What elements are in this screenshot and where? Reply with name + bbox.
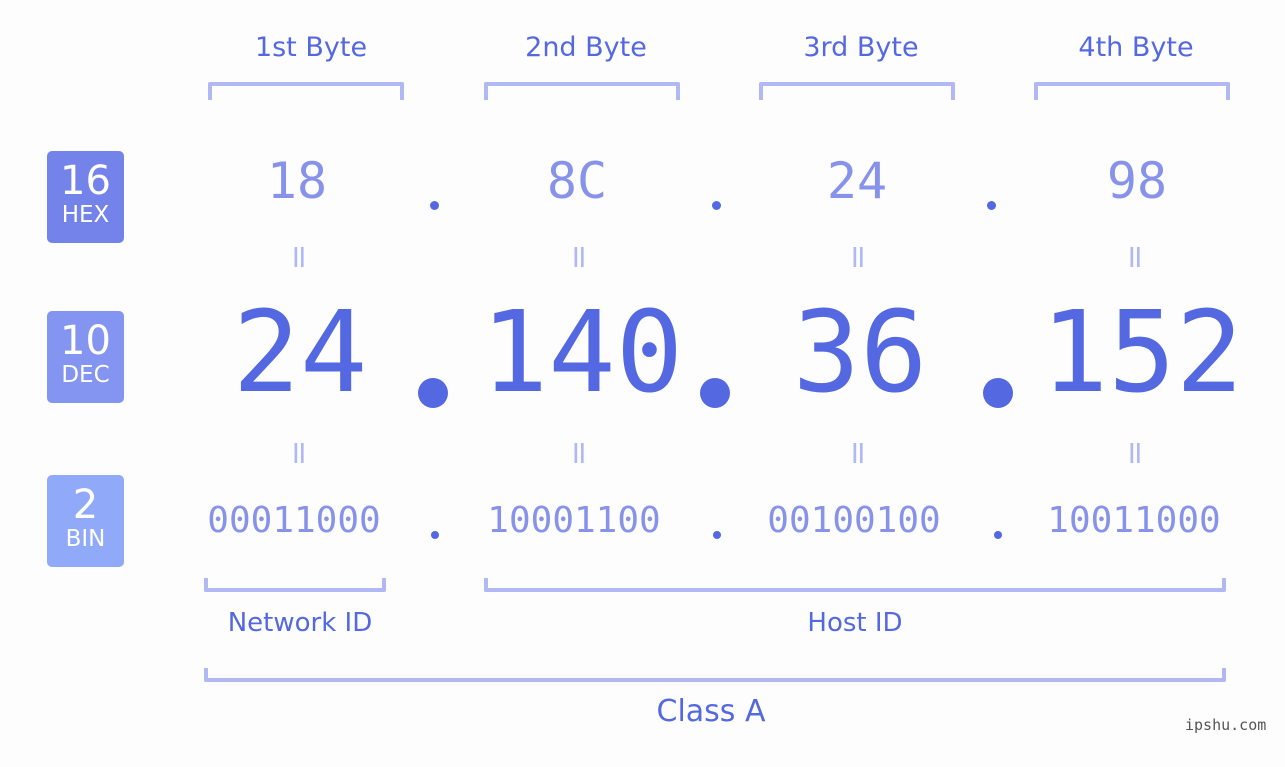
equals-icon: = <box>561 243 599 271</box>
dec-badge: 10 DEC <box>47 311 124 403</box>
hex-label: HEX <box>61 202 110 228</box>
dec-octet-4: 152 <box>1040 288 1244 418</box>
hex-octet-2: 8C <box>546 152 608 210</box>
bin-dot-3 <box>994 531 1002 539</box>
bracket-byte-2 <box>484 82 680 100</box>
dec-dot-1 <box>418 378 448 408</box>
equals-icon: = <box>1117 439 1155 467</box>
hex-octet-1: 18 <box>266 152 328 210</box>
hex-base: 16 <box>60 158 111 204</box>
dec-octet-1: 24 <box>232 288 368 418</box>
equals-icon: = <box>840 243 878 271</box>
dec-dot-3 <box>983 378 1013 408</box>
bin-dot-1 <box>431 531 439 539</box>
network-id-bracket <box>204 578 386 592</box>
bin-octet-1: 00011000 <box>207 500 381 541</box>
dec-base: 10 <box>60 318 111 364</box>
dec-label: DEC <box>61 362 110 388</box>
bin-label: BIN <box>65 526 106 552</box>
hex-badge: 16 HEX <box>47 151 124 243</box>
host-id-label: Host ID <box>807 608 903 638</box>
equals-icon: = <box>1117 243 1155 271</box>
equals-icon: = <box>281 439 319 467</box>
hex-octet-3: 24 <box>826 152 888 210</box>
class-bracket <box>204 668 1226 682</box>
header-byte-1: 1st Byte <box>254 32 368 63</box>
bin-badge: 2 BIN <box>47 475 124 567</box>
dec-dot-2 <box>700 378 730 408</box>
bracket-byte-1 <box>208 82 404 100</box>
equals-icon: = <box>561 439 599 467</box>
dec-octet-3: 36 <box>792 288 928 418</box>
bracket-byte-3 <box>759 82 955 100</box>
hex-octet-4: 98 <box>1106 152 1168 210</box>
dec-octet-2: 140 <box>480 288 684 418</box>
hex-dot-2 <box>712 201 721 210</box>
host-id-bracket <box>484 578 1226 592</box>
bin-octet-2: 10001100 <box>487 500 661 541</box>
bin-octet-4: 10011000 <box>1047 500 1221 541</box>
equals-icon: = <box>281 243 319 271</box>
hex-dot-1 <box>430 201 439 210</box>
class-label: Class A <box>656 694 766 729</box>
bin-dot-2 <box>713 531 721 539</box>
header-byte-3: 3rd Byte <box>803 32 919 63</box>
bin-octet-3: 00100100 <box>767 500 941 541</box>
header-byte-4: 4th Byte <box>1078 32 1194 63</box>
header-byte-2: 2nd Byte <box>525 32 647 63</box>
network-id-label: Network ID <box>227 608 373 638</box>
bin-base: 2 <box>72 482 99 528</box>
watermark: ipshu.com <box>1185 716 1267 734</box>
hex-dot-3 <box>987 201 996 210</box>
equals-icon: = <box>840 439 878 467</box>
bracket-byte-4 <box>1034 82 1230 100</box>
